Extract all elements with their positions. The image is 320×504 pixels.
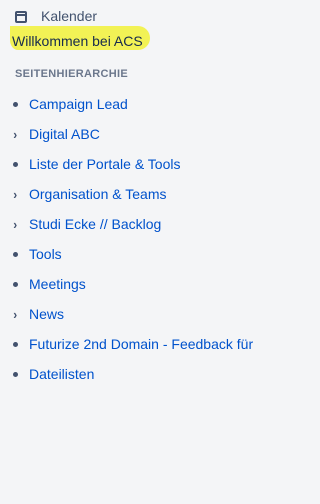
space-sidebar: Kalender Willkommen bei ACS SEITENHIERAR… xyxy=(0,0,280,504)
bullet-icon xyxy=(12,371,29,377)
page-tree-item[interactable]: Liste der Portale & Tools xyxy=(0,149,280,179)
chevron-right-icon: › xyxy=(13,216,18,232)
page-tree-item[interactable]: Campaign Lead xyxy=(0,89,280,119)
expand-chevron-icon[interactable]: › xyxy=(12,188,29,201)
calendar-link[interactable]: Kalender xyxy=(15,6,97,26)
bullet-icon xyxy=(12,251,29,257)
expand-chevron-icon[interactable]: › xyxy=(12,218,29,231)
bullet-icon xyxy=(12,101,29,107)
page-tree-item[interactable]: › News xyxy=(0,299,280,329)
bullet-dot-icon xyxy=(13,341,18,347)
expand-chevron-icon[interactable]: › xyxy=(12,128,29,141)
page-tree-item-label[interactable]: Liste der Portale & Tools xyxy=(29,156,181,172)
page-tree-item-label[interactable]: Campaign Lead xyxy=(29,96,128,112)
page-tree-item[interactable]: › Digital ABC xyxy=(0,119,280,149)
chevron-right-icon: › xyxy=(13,186,18,202)
page-tree-item-label[interactable]: Digital ABC xyxy=(29,126,100,142)
page-tree-item-label[interactable]: News xyxy=(29,306,64,322)
chevron-right-icon: › xyxy=(13,126,18,142)
calendar-icon xyxy=(15,10,27,23)
bullet-icon xyxy=(12,341,29,347)
page-tree-item-label[interactable]: Dateilisten xyxy=(29,366,94,382)
bullet-dot-icon xyxy=(13,371,18,377)
page-tree-item-label[interactable]: Studi Ecke // Backlog xyxy=(29,216,161,232)
chevron-right-icon: › xyxy=(13,306,18,322)
page-tree-item[interactable]: › Organisation & Teams xyxy=(0,179,280,209)
page-tree-item-label[interactable]: Tools xyxy=(29,246,62,262)
calendar-label: Kalender xyxy=(41,8,98,24)
bullet-dot-icon xyxy=(13,251,18,257)
bullet-dot-icon xyxy=(13,161,18,167)
page-tree-heading: SEITENHIERARCHIE xyxy=(15,68,128,80)
page-tree-item-label[interactable]: Organisation & Teams xyxy=(29,186,166,202)
page-tree-item-label[interactable]: Meetings xyxy=(29,276,86,292)
page-tree-item[interactable]: Dateilisten xyxy=(0,359,280,389)
bullet-icon xyxy=(12,161,29,167)
page-tree-item-label[interactable]: Futurize 2nd Domain - Feedback für xyxy=(29,336,253,352)
expand-chevron-icon[interactable]: › xyxy=(12,308,29,321)
page-tree: Campaign Lead › Digital ABC Liste der Porta… xyxy=(0,89,280,389)
page-tree-item[interactable]: Tools xyxy=(0,239,280,269)
page-tree-item[interactable]: › Studi Ecke // Backlog xyxy=(0,209,280,239)
welcome-page-link[interactable]: Willkommen bei ACS xyxy=(12,33,143,49)
bullet-dot-icon xyxy=(13,281,18,287)
bullet-dot-icon xyxy=(13,101,18,107)
page-tree-item[interactable]: Meetings xyxy=(0,269,280,299)
page-tree-item[interactable]: Futurize 2nd Domain - Feedback für xyxy=(0,329,280,359)
bullet-icon xyxy=(12,281,29,287)
